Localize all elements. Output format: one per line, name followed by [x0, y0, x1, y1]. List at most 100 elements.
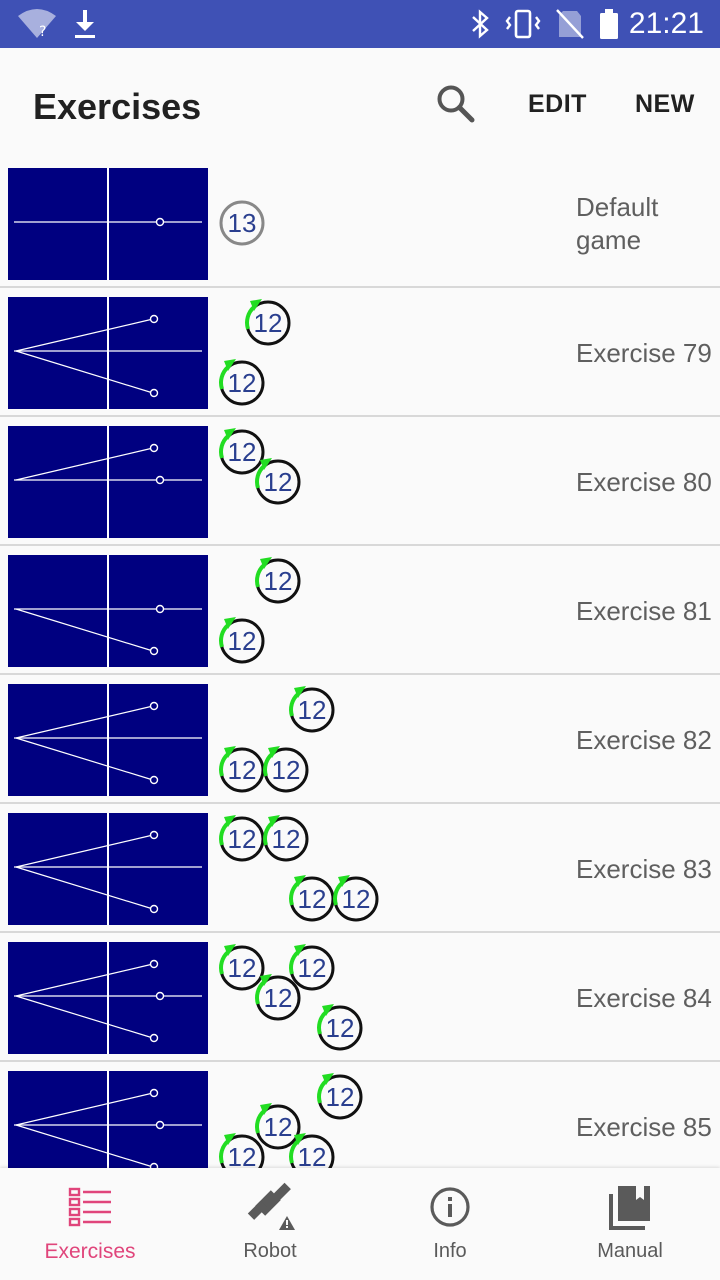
badge: 12 — [289, 944, 335, 991]
exercise-thumbnail — [8, 813, 208, 925]
vibrate-icon — [505, 9, 541, 39]
exercise-badges: 12 12 12 — [219, 686, 335, 793]
badge-count: 12 — [298, 695, 327, 725]
badge: 13 — [219, 200, 265, 246]
nav-manual[interactable]: Manual — [540, 1168, 720, 1280]
exercise-badges: 12 12 — [219, 299, 291, 406]
badge: 12 — [263, 746, 309, 793]
badge-count: 12 — [228, 368, 257, 398]
badge: 12 — [289, 875, 335, 922]
exercise-thumbnail — [8, 942, 208, 1054]
status-bar: ? 21:21 — [0, 0, 720, 48]
page-title: Exercises — [33, 86, 202, 127]
badge-count: 12 — [228, 953, 257, 983]
bottom-navigation: Exercises Robot Info Manual — [0, 1168, 720, 1280]
exercise-row[interactable]: 12 12 Exercise 81 — [0, 547, 720, 675]
new-button[interactable]: NEW — [635, 90, 695, 119]
exercise-badges: 1212 — [219, 428, 301, 505]
badge-count: 12 — [264, 566, 293, 596]
badge-count: 12 — [264, 467, 293, 497]
badge: 12 — [317, 1004, 363, 1051]
badge-count: 12 — [228, 626, 257, 656]
app-bar: Exercises EDIT NEW — [0, 48, 720, 160]
nav-exercises[interactable]: Exercises — [0, 1168, 180, 1280]
exercise-row[interactable]: 12 12 12 12 Exercise 85 — [0, 1063, 720, 1168]
exercise-thumbnail — [8, 684, 208, 796]
badge-count: 12 — [272, 755, 301, 785]
exercise-thumbnail — [8, 555, 208, 667]
no-sim-icon — [556, 9, 584, 39]
svg-text:?: ? — [39, 24, 46, 40]
search-icon[interactable] — [434, 82, 478, 126]
badge-count: 12 — [264, 983, 293, 1013]
badge: 12 — [219, 815, 265, 862]
nav-robot[interactable]: Robot — [180, 1168, 360, 1280]
download-icon — [75, 10, 95, 38]
badge: 12 — [255, 557, 301, 604]
robot-warning-icon — [247, 1182, 295, 1230]
exercise-name: Exercise 85 — [576, 1111, 712, 1142]
exercise-name: Exercise 84 — [576, 982, 712, 1013]
nav-info[interactable]: Info — [360, 1168, 540, 1280]
nav-label: Manual — [597, 1240, 663, 1262]
badge: 12 — [219, 428, 265, 475]
exercise-row[interactable]: 12 12 Exercise 80 — [0, 418, 720, 546]
badge: 12 — [219, 944, 265, 991]
exercise-badges: 12121212 — [219, 944, 363, 1051]
exercise-badges: 13 — [219, 200, 265, 246]
exercise-row[interactable]: 12 12 12 Exercise 82 — [0, 676, 720, 804]
list-icon — [68, 1187, 111, 1227]
exercise-row[interactable]: 12 12 12 12 Exercise 84 — [0, 934, 720, 1062]
badge: 12 — [255, 458, 301, 505]
badge-count: 12 — [264, 1112, 293, 1142]
status-time: 21:21 — [628, 7, 704, 40]
exercise-name: Exercise 79 — [576, 337, 712, 368]
badge-count: 12 — [326, 1082, 355, 1112]
badge-count: 12 — [298, 953, 327, 983]
exercise-row[interactable]: 13 Default game — [0, 160, 720, 288]
badge: 12 — [263, 815, 309, 862]
nav-label: Info — [433, 1240, 467, 1262]
exercise-thumbnail — [8, 426, 208, 538]
bluetooth-icon — [472, 9, 489, 39]
badge: 12 — [289, 686, 335, 733]
exercise-badges: 1212 — [219, 557, 301, 664]
badge: 12 — [289, 1133, 335, 1168]
badge: 12 — [219, 359, 265, 406]
books-icon — [609, 1186, 650, 1230]
exercise-badges: 12 12 12 12 — [219, 815, 379, 922]
exercise-thumbnail — [8, 1071, 208, 1168]
exercise-name: Exercise 81 — [576, 595, 712, 626]
exercise-name: Exercise 83 — [576, 853, 712, 884]
badge-count: 12 — [228, 1142, 257, 1168]
badge: 12 — [219, 1133, 265, 1168]
exercise-row[interactable]: 12 12 Exercise 79 — [0, 289, 720, 417]
badge-count: 12 — [272, 824, 301, 854]
edit-button[interactable]: EDIT — [528, 90, 587, 119]
exercise-row[interactable]: 12 12 12 12 Exercise 83 — [0, 805, 720, 933]
badge-count: 12 — [228, 437, 257, 467]
badge-count: 12 — [228, 824, 257, 854]
badge-count: 12 — [228, 755, 257, 785]
badge: 12 — [317, 1073, 363, 1120]
badge-count: 12 — [298, 1142, 327, 1168]
exercise-thumbnail — [8, 297, 208, 409]
badge-count: 12 — [342, 884, 371, 914]
nav-label: Robot — [243, 1240, 297, 1262]
badge: 12 — [245, 299, 291, 346]
badge: 12 — [255, 1103, 301, 1150]
battery-icon — [600, 9, 618, 39]
wifi-unknown-icon: ? — [18, 9, 56, 40]
exercise-name: Exercise 80 — [576, 466, 712, 497]
badge: 12 — [333, 875, 379, 922]
exercise-name: Exercise 82 — [576, 724, 712, 755]
info-icon — [430, 1187, 470, 1227]
badge-count: 12 — [254, 308, 283, 338]
exercise-name: Default game — [576, 192, 659, 255]
badge-count: 13 — [228, 208, 257, 238]
nav-label: Exercises — [44, 1240, 136, 1263]
badge-count: 12 — [298, 884, 327, 914]
badge-count: 12 — [326, 1013, 355, 1043]
badge: 12 — [219, 617, 265, 664]
exercise-list[interactable]: 13 Default game 12 12 Exercise 79 12 12 Exercis… — [0, 160, 720, 1168]
